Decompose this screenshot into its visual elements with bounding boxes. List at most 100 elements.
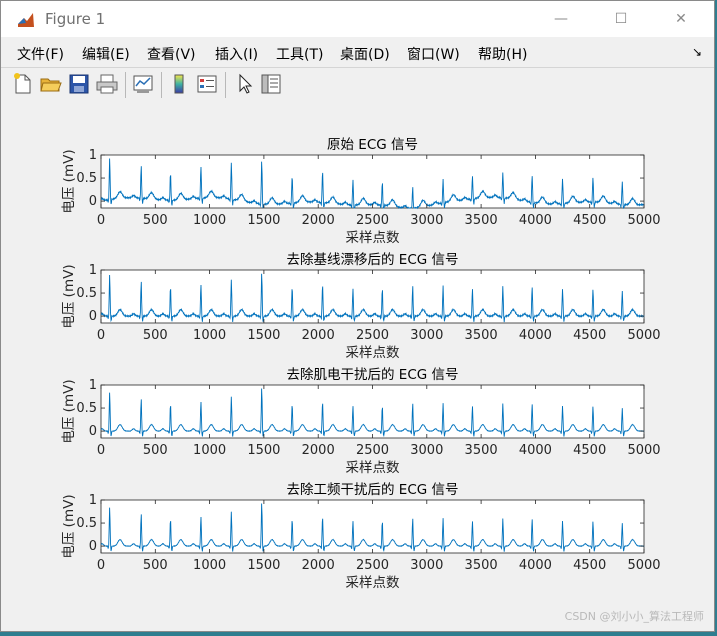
x-axis-label: 采样点数: [346, 575, 400, 591]
new-figure-icon[interactable]: [11, 72, 35, 96]
x-tick-label: 2500: [356, 328, 389, 343]
y-axis-label: 电压 (mV): [61, 149, 77, 213]
menu-bar: 文件(F) 编辑(E) 查看(V) 插入(I) 工具(T) 桌面(D) 窗口(W…: [1, 37, 714, 67]
subplot-title: 去除工频干扰后的 ECG 信号: [287, 482, 459, 498]
maximize-button[interactable]: ☐: [598, 1, 644, 37]
x-tick-label: 5000: [627, 213, 660, 228]
x-tick-label: 0: [97, 328, 105, 343]
y-axis-label: 电压 (mV): [61, 494, 77, 558]
x-tick-label: 1000: [193, 443, 226, 458]
x-tick-label: 2500: [356, 558, 389, 573]
menu-desktop[interactable]: 桌面(D): [340, 44, 390, 64]
subplot-title: 原始 ECG 信号: [327, 137, 418, 153]
x-tick-label: 4500: [573, 328, 606, 343]
menu-file[interactable]: 文件(F): [17, 44, 64, 64]
x-tick-label: 2500: [356, 213, 389, 228]
x-tick-label: 4000: [519, 328, 552, 343]
x-tick-label: 3500: [465, 213, 498, 228]
subplot-3: 0 500 1000 1500 2000 2500 3000 3500 4000 4500 5000…: [61, 367, 661, 476]
close-button[interactable]: ✕: [658, 1, 704, 37]
x-tick-label: 500: [143, 213, 168, 228]
open-file-icon[interactable]: [39, 72, 63, 96]
x-axis-label: 采样点数: [346, 345, 400, 361]
x-tick-label: 0: [97, 213, 105, 228]
pointer-icon[interactable]: [233, 72, 257, 96]
watermark-text: CSDN @刘小小_算法工程师: [564, 610, 704, 623]
y-tick-label: 0.5: [76, 171, 97, 186]
menu-window[interactable]: 窗口(W): [407, 44, 460, 64]
figure-toolbar: [1, 67, 714, 103]
x-tick-label: 0: [97, 558, 105, 573]
x-tick-label: 500: [143, 443, 168, 458]
x-axis-label: 采样点数: [346, 460, 400, 476]
subplot-4: 0 500 1000 1500 2000 2500 3000 3500 4000 4500 5000…: [61, 482, 661, 591]
x-tick-label: 2000: [302, 328, 335, 343]
x-tick-label: 4500: [573, 443, 606, 458]
x-tick-label: 1000: [193, 213, 226, 228]
x-tick-label: 1500: [247, 558, 280, 573]
y-axis-label: 电压 (mV): [61, 264, 77, 328]
y-tick-label: 0.5: [76, 286, 97, 301]
x-tick-label: 0: [97, 443, 105, 458]
subplot-title: 去除基线漂移后的 ECG 信号: [287, 251, 459, 268]
y-tick-label: 0: [89, 539, 97, 554]
toolbar-separator: [225, 72, 226, 98]
x-tick-label: 500: [143, 328, 168, 343]
x-tick-label: 500: [143, 558, 168, 573]
y-tick-label: 1: [89, 148, 97, 163]
print-icon[interactable]: [95, 72, 119, 96]
x-tick-label: 5000: [627, 328, 660, 343]
x-tick-label: 1500: [247, 443, 280, 458]
dock-figure-icon[interactable]: ↘: [692, 45, 702, 59]
y-axis-label: 电压 (mV): [61, 379, 77, 443]
x-tick-label: 1000: [193, 328, 226, 343]
x-tick-label: 4000: [519, 213, 552, 228]
x-tick-label: 3000: [410, 443, 443, 458]
x-tick-label: 4000: [519, 443, 552, 458]
subplot-title: 去除肌电干扰后的 ECG 信号: [287, 367, 459, 383]
x-tick-label: 1500: [247, 213, 280, 228]
toolbar-separator: [125, 72, 126, 98]
x-tick-label: 3500: [465, 443, 498, 458]
y-tick-label: 0: [89, 309, 97, 324]
title-bar[interactable]: Figure 1 — ☐ ✕: [1, 1, 714, 37]
y-tick-label: 1: [89, 378, 97, 393]
x-tick-label: 3500: [465, 558, 498, 573]
x-tick-label: 5000: [627, 558, 660, 573]
x-tick-label: 4000: [519, 558, 552, 573]
menu-tools[interactable]: 工具(T): [276, 44, 323, 64]
y-tick-label: 0: [89, 424, 97, 439]
subplot-grid: 0 500 1000 1500 2000 2500 3000 3500 4000 4500 5000…: [61, 137, 661, 591]
save-icon[interactable]: [67, 72, 91, 96]
x-tick-label: 2000: [302, 558, 335, 573]
x-tick-label: 4500: [573, 213, 606, 228]
x-tick-label: 5000: [627, 443, 660, 458]
x-tick-label: 3500: [465, 328, 498, 343]
y-tick-label: 0: [89, 194, 97, 209]
menu-edit[interactable]: 编辑(E): [82, 44, 130, 64]
x-tick-label: 2000: [302, 213, 335, 228]
property-inspector-icon[interactable]: [259, 72, 283, 96]
x-tick-label: 3000: [410, 558, 443, 573]
x-tick-label: 4500: [573, 558, 606, 573]
figure-canvas: 0 500 1000 1500 2000 2500 3000 3500 4000 4500 5000…: [1, 102, 714, 630]
figure-window: Figure 1 — ☐ ✕ 文件(F) 编辑(E) 查看(V) 插入(I) 工…: [0, 0, 715, 632]
x-tick-label: 1000: [193, 558, 226, 573]
menu-view[interactable]: 查看(V): [147, 44, 196, 64]
matlab-logo-icon: [16, 10, 36, 30]
y-tick-label: 1: [89, 493, 97, 508]
minimize-button[interactable]: —: [538, 1, 584, 37]
menu-help[interactable]: 帮助(H): [478, 44, 527, 64]
x-tick-label: 2500: [356, 443, 389, 458]
legend-icon[interactable]: [195, 72, 219, 96]
toolbar-separator: [161, 72, 162, 98]
link-plot-icon[interactable]: [131, 72, 155, 96]
x-tick-label: 2000: [302, 443, 335, 458]
subplot-1: 0 500 1000 1500 2000 2500 3000 3500 4000 4500 5000…: [61, 137, 661, 246]
colorbar-icon[interactable]: [167, 72, 191, 96]
menu-insert[interactable]: 插入(I): [215, 44, 258, 64]
x-tick-label: 1500: [247, 328, 280, 343]
y-tick-label: 0.5: [76, 516, 97, 531]
x-tick-label: 3000: [410, 213, 443, 228]
x-axis-label: 采样点数: [346, 230, 400, 246]
